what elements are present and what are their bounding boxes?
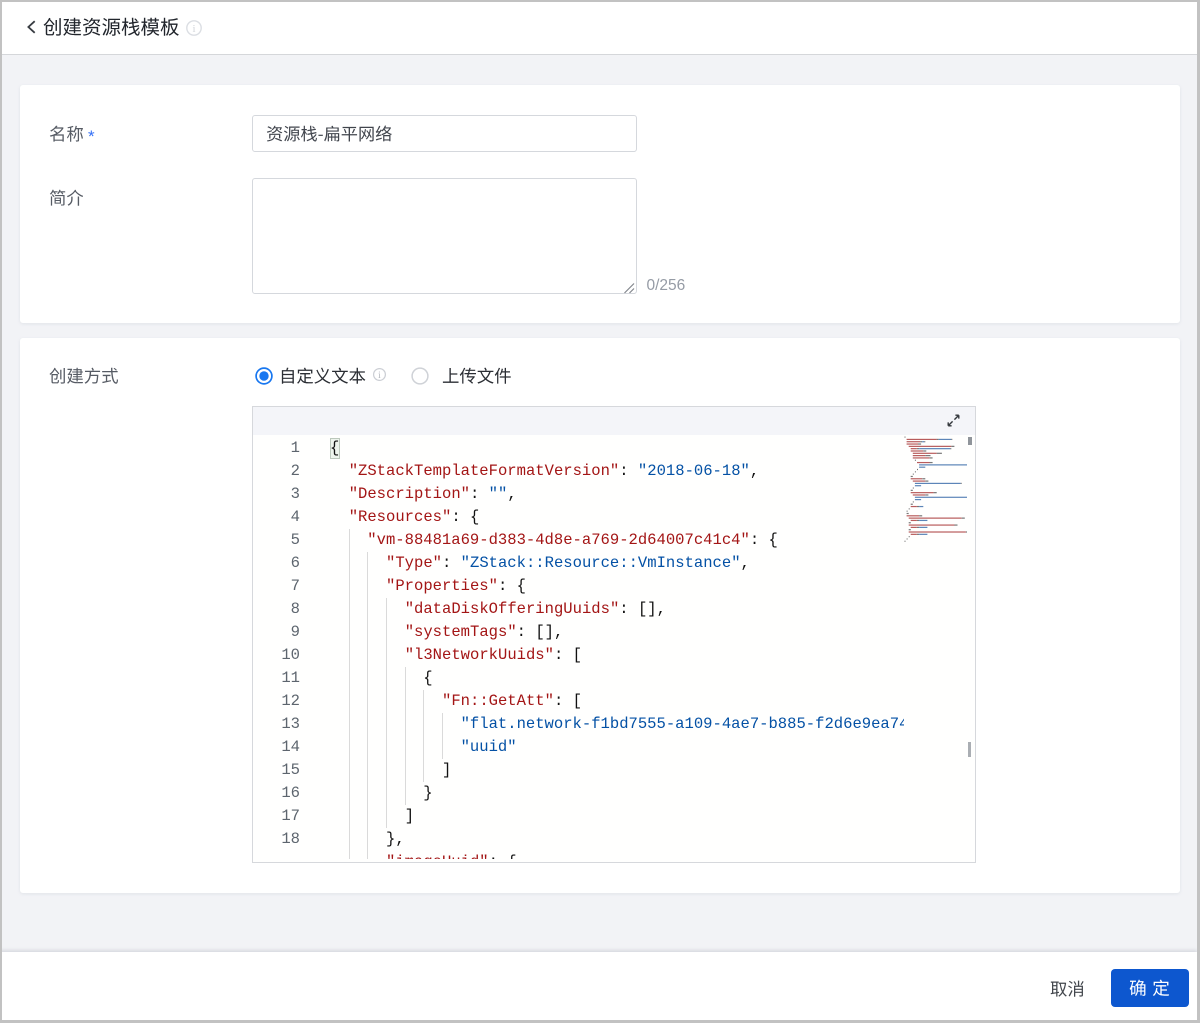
- svg-text:i: i: [192, 23, 195, 35]
- svg-text:i: i: [378, 371, 381, 381]
